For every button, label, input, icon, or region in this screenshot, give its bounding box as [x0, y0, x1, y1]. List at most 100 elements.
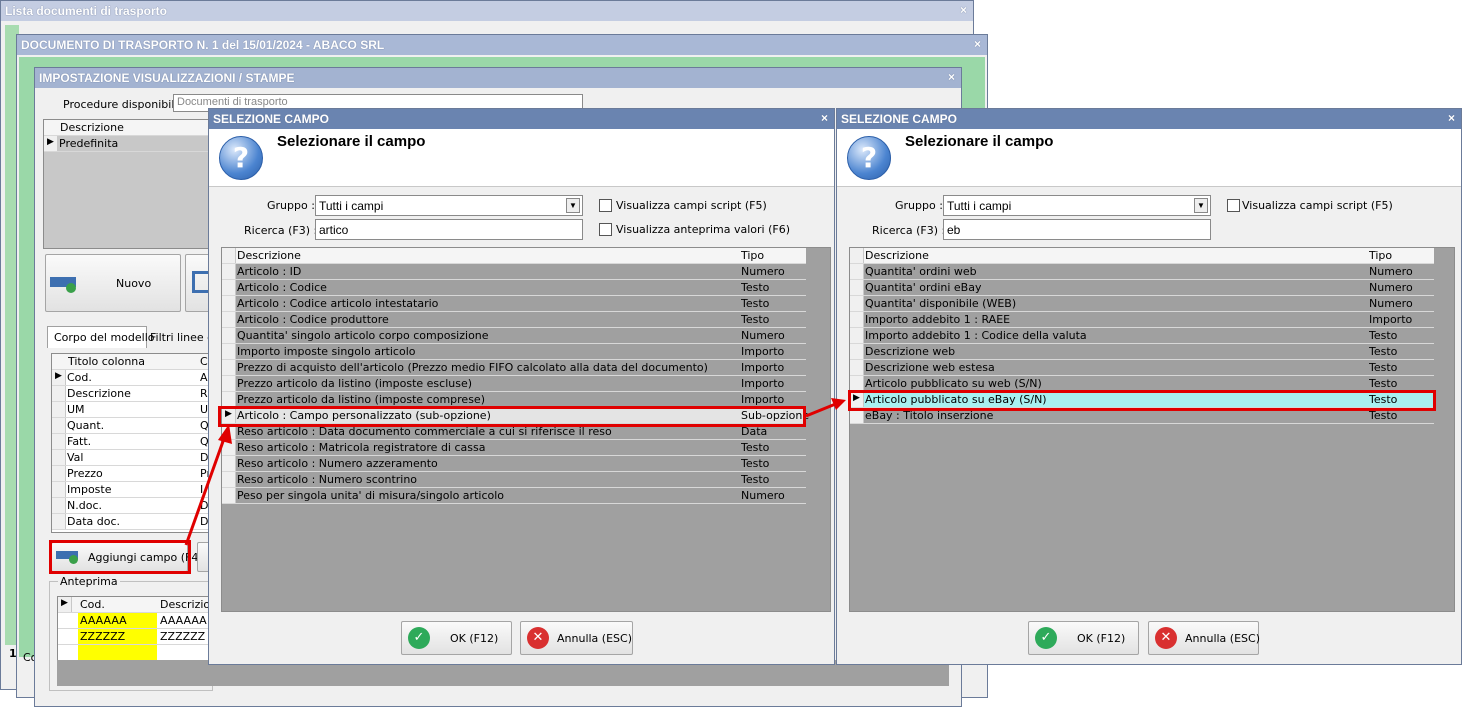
close-icon[interactable]: ×: [960, 3, 967, 17]
row-pointer-cell: [222, 328, 236, 343]
row-pointer-cell: [850, 328, 864, 343]
cell-description: Quantita' ordini web: [865, 265, 977, 278]
table-header: Titolo colonna C: [52, 354, 210, 370]
cell-description: Prezzo articolo da listino (imposte escl…: [237, 377, 473, 390]
table-row[interactable]: Quant. Q: [52, 418, 210, 434]
close-icon[interactable]: ×: [948, 70, 955, 84]
question-icon: ?: [219, 136, 263, 180]
cell-description: Fatt.: [67, 435, 92, 448]
group-select[interactable]: Tutti i campi ▼: [943, 195, 1211, 216]
transport-document-titlebar[interactable]: DOCUMENTO DI TRASPORTO N. 1 del 15/01/20…: [17, 35, 987, 55]
table-row[interactable]: Articolo : Codice produttore Testo: [222, 312, 806, 328]
group-value: Tutti i campi: [947, 199, 1012, 213]
cell-description: Reso articolo : Matricola registratore d…: [237, 441, 486, 454]
dialog-left-titlebar[interactable]: SELEZIONE CAMPO ×: [209, 109, 834, 129]
table-row[interactable]: ValDe: [52, 450, 210, 466]
cell-description: Data doc.: [67, 515, 121, 528]
row-pointer-cell: [222, 248, 236, 263]
cancel-button[interactable]: ✕ Annulla (ESC): [1148, 621, 1260, 655]
group-select[interactable]: Tutti i campi ▼: [315, 195, 583, 216]
table-row[interactable]: Descrizione Ri: [52, 386, 210, 402]
table-row[interactable]: Reso articolo : Numero scontrino Testo: [222, 472, 806, 488]
table-row[interactable]: Descrizione web estesa Testo: [850, 360, 1434, 376]
cell-type: Testo: [1369, 345, 1398, 358]
row-pointer-cell: [52, 434, 66, 449]
table-row[interactable]: AAAAAA AAAAAA: [58, 613, 212, 629]
table-row[interactable]: Quantita' singolo articolo corpo composi…: [222, 328, 806, 344]
table-row[interactable]: Quantita' disponibile (WEB) Numero: [850, 296, 1434, 312]
row-pointer-cell: [850, 264, 864, 279]
check-icon: ✓: [1035, 627, 1057, 649]
table-row[interactable]: Imposte I: [52, 482, 210, 498]
cell-type: Importo: [741, 377, 785, 390]
cancel-button[interactable]: ✕ Annulla (ESC): [520, 621, 633, 655]
columns-table: Titolo colonna C ▶ Cod. Ar Descrizione Ri UM U…: [51, 353, 211, 533]
table-row[interactable]: ZZZZZZ ZZZZZZ: [58, 629, 212, 645]
table-row[interactable]: Importo addebito 1 : Codice della valuta…: [850, 328, 1434, 344]
cell-description: Prezzo di acquisto dell'articolo (Prezzo…: [237, 361, 708, 374]
table-row[interactable]: Articolo : Codice Testo: [222, 280, 806, 296]
table-row[interactable]: Peso per singola unita' di misura/singol…: [222, 488, 806, 504]
script-fields-checkbox[interactable]: [599, 199, 612, 212]
table-row[interactable]: Quantita' ordini eBay Numero: [850, 280, 1434, 296]
table-header: Descrizione Tipo: [850, 248, 1434, 264]
cell-description: Importo addebito 1 : Codice della valuta: [865, 329, 1087, 342]
cell-type: Numero: [1369, 297, 1413, 310]
table-row[interactable]: Prezzo Pr: [52, 466, 210, 482]
table-row[interactable]: Fatt. Q: [52, 434, 210, 450]
search-label: Ricerca (F3) :: [872, 224, 946, 237]
row-pointer-cell: [222, 376, 236, 391]
preview-values-checkbox[interactable]: [599, 223, 612, 236]
table-row[interactable]: Data doc.Do: [52, 514, 210, 530]
cell-description: Cod.: [67, 371, 92, 384]
table-row[interactable]: Prezzo di acquisto dell'articolo (Prezzo…: [222, 360, 806, 376]
cancel-icon: ✕: [527, 627, 549, 649]
search-input[interactable]: artico: [315, 219, 583, 240]
cell-text: AAAAAA: [80, 614, 127, 627]
row-pointer-cell: [52, 498, 66, 513]
table-row[interactable]: Articolo : Codice articolo intestatario T…: [222, 296, 806, 312]
tab-filters[interactable]: Filtri linee da: [148, 328, 221, 348]
table-header: Descrizione Tipo: [222, 248, 806, 264]
tab-body[interactable]: Corpo del modello: [47, 326, 154, 348]
table-row[interactable]: Articolo : ID Numero: [222, 264, 806, 280]
cell-text: Predefinita: [59, 137, 119, 150]
cancel-label: Annulla (ESC): [557, 632, 632, 645]
cell-type: Importo: [741, 345, 785, 358]
cell-description: Quant.: [67, 419, 105, 432]
row-pointer-cell: [222, 360, 236, 375]
new-button[interactable]: Nuovo: [45, 254, 181, 312]
transport-document-title: DOCUMENTO DI TRASPORTO N. 1 del 15/01/20…: [21, 38, 385, 52]
document-list-titlebar[interactable]: Lista documenti di trasporto ×: [1, 1, 973, 21]
row-pointer-cell: [52, 386, 66, 401]
table-row[interactable]: UM U: [52, 402, 210, 418]
group-value: Tutti i campi: [319, 199, 384, 213]
ok-button[interactable]: ✓ OK (F12): [1028, 621, 1139, 655]
chevron-down-icon[interactable]: ▼: [1194, 198, 1208, 213]
table-row[interactable]: Reso articolo : Matricola registratore d…: [222, 440, 806, 456]
table-row[interactable]: Prezzo articolo da listino (imposte escl…: [222, 376, 806, 392]
table-row[interactable]: Descrizione web Testo: [850, 344, 1434, 360]
close-icon[interactable]: ×: [974, 37, 981, 51]
script-fields-checkbox[interactable]: [1227, 199, 1240, 212]
table-row[interactable]: Reso articolo : Numero azzeramento Testo: [222, 456, 806, 472]
table-row[interactable]: ▶ Cod. Ar: [52, 370, 210, 386]
dialog-right-titlebar[interactable]: SELEZIONE CAMPO ×: [837, 109, 1461, 129]
ok-button[interactable]: ✓ OK (F12): [401, 621, 512, 655]
row-pointer-icon: ▶: [52, 370, 66, 385]
table-header: ▶ Cod. Descrizion: [58, 597, 212, 613]
table-row[interactable]: Importo imposte singolo articolo Importo: [222, 344, 806, 360]
table-row[interactable]: Importo addebito 1 : RAEE Importo: [850, 312, 1434, 328]
close-icon[interactable]: ×: [1448, 111, 1455, 125]
table-row[interactable]: Quantita' ordini web Numero: [850, 264, 1434, 280]
table-row[interactable]: ▶ Predefinita: [44, 136, 212, 152]
column-header-description: Descrizione: [865, 249, 929, 262]
row-pointer-cell: [52, 402, 66, 417]
chevron-down-icon[interactable]: ▼: [566, 198, 580, 213]
preview-values-label: Visualizza anteprima valori (F6): [616, 223, 791, 236]
close-icon[interactable]: ×: [821, 111, 828, 125]
search-input[interactable]: eb: [943, 219, 1211, 240]
table-row[interactable]: N.doc.Do: [52, 498, 210, 514]
cell-type: Numero: [741, 489, 785, 502]
settings-titlebar[interactable]: IMPOSTAZIONE VISUALIZZAZIONI / STAMPE ×: [35, 68, 961, 88]
